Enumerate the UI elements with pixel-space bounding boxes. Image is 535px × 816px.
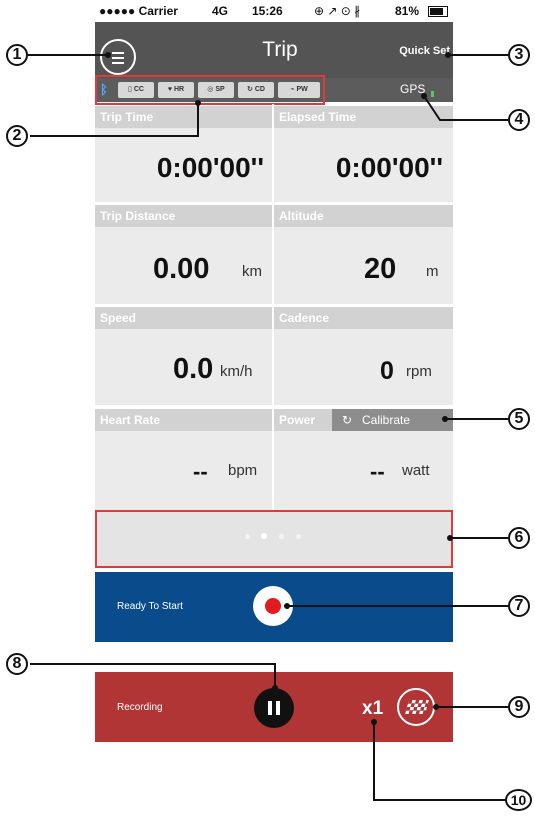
- callout-8: 8: [6, 653, 28, 675]
- callout-1: 1: [6, 44, 28, 66]
- callout-2: 2: [6, 125, 28, 147]
- callout-9: 9: [508, 696, 530, 718]
- callout-6: 6: [508, 527, 530, 549]
- callout-4: 4: [508, 109, 530, 131]
- callout-7: 7: [508, 595, 530, 617]
- callout-3: 3: [508, 44, 530, 66]
- callout-5: 5: [508, 408, 530, 430]
- callout-10: 10: [505, 789, 532, 811]
- callout-lines: [28, 52, 508, 801]
